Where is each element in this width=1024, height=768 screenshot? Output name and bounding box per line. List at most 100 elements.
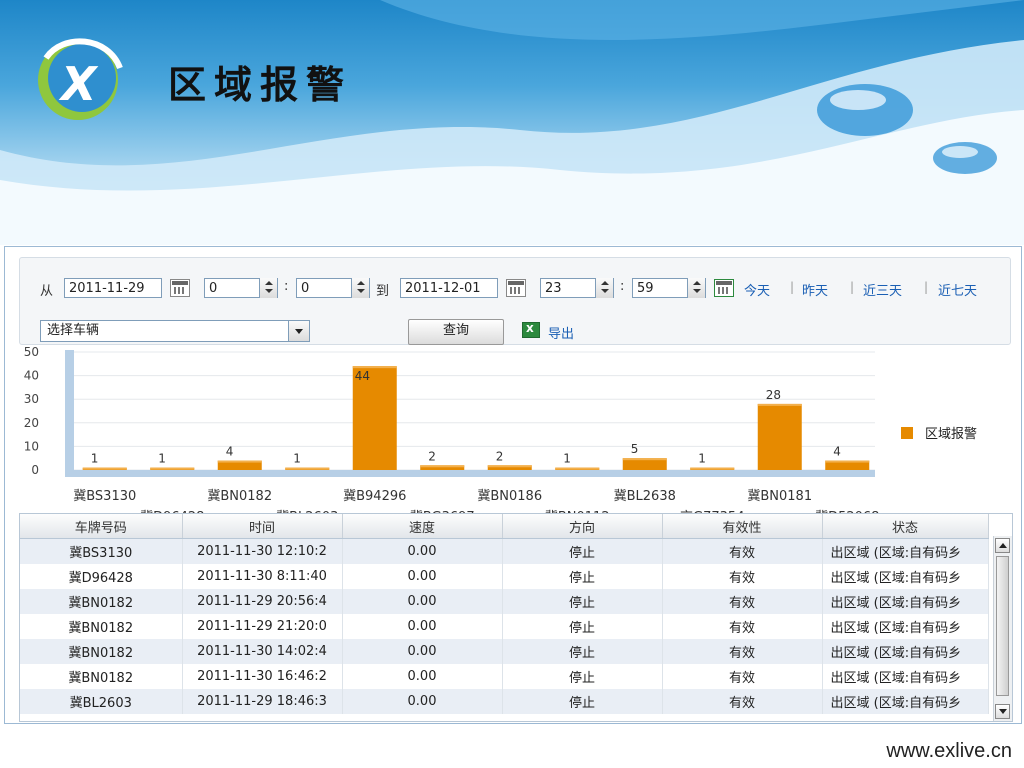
footer-url: www.exlive.cn (886, 740, 1012, 762)
col-validity-header[interactable]: 有效性 (662, 514, 823, 539)
x-tick-label: 冀BS3130 (73, 488, 136, 504)
from-minute-value: 0 (301, 281, 310, 296)
spinner-arrows-icon[interactable] (259, 278, 277, 298)
cell-plate: 冀D96428 (20, 564, 183, 589)
from-hour-spinner[interactable]: 0 (204, 278, 278, 298)
y-tick-label: 0 (31, 463, 39, 477)
col-plate-header[interactable]: 车牌号码 (20, 514, 183, 539)
cell-direction: 停止 (502, 538, 663, 564)
y-axis-wall (65, 350, 74, 470)
link-last-seven-days[interactable]: 近七天 (938, 280, 977, 299)
cell-direction: 停止 (502, 664, 663, 689)
chart-bar-highlight (285, 467, 330, 470)
calendar-today-icon[interactable] (714, 279, 734, 297)
link-today[interactable]: 今天 (744, 280, 770, 299)
scroll-down-icon[interactable] (995, 704, 1010, 719)
colon-label: : (284, 279, 289, 294)
excel-icon[interactable] (522, 321, 540, 338)
chart-bar-highlight (352, 366, 397, 369)
to-hour-value: 23 (545, 281, 562, 296)
table-row[interactable]: 冀BN0182 2011-11-30 16:46:2 0.00 停止 有效 出区域 (区域… (20, 664, 989, 689)
data-label: 1 (293, 452, 301, 466)
cell-speed: 0.00 (342, 589, 503, 614)
separator: | (850, 280, 855, 294)
table-row[interactable]: 冀BN0182 2011-11-30 14:02:4 0.00 停止 有效 出区域 (区域… (20, 639, 989, 664)
from-date-field[interactable]: 2011-11-29 (64, 278, 162, 298)
table-row[interactable]: 冀BL2603 2011-11-29 18:46:3 0.00 停止 有效 出区域 (区域… (20, 689, 989, 714)
y-tick-label: 40 (24, 369, 39, 383)
to-minute-spinner[interactable]: 59 (632, 278, 706, 298)
spinner-arrows-icon[interactable] (687, 278, 705, 298)
x-tick-label: 冀BN0182 (207, 488, 272, 504)
cell-validity: 有效 (662, 564, 823, 589)
colon-label: : (620, 279, 625, 294)
data-label: 2 (496, 449, 504, 463)
cell-direction: 停止 (502, 639, 663, 664)
chart-bar-highlight (82, 467, 127, 470)
legend-label: 区域报警 (925, 426, 977, 442)
alarm-table: 车牌号码 时间 速度 方向 有效性 状态 冀BS3130 2011-11-30 1… (19, 513, 1013, 722)
cell-validity: 有效 (662, 639, 823, 664)
chart-bar-highlight (622, 458, 667, 461)
data-label: 2 (428, 449, 436, 463)
svg-text:X: X (58, 57, 99, 111)
table-row[interactable]: 冀BN0182 2011-11-29 21:20:0 0.00 停止 有效 出区域 (区域… (20, 614, 989, 639)
query-button[interactable]: 查询 (408, 319, 504, 345)
cell-validity: 有效 (662, 614, 823, 639)
from-label: 从 (40, 284, 54, 299)
separator: | (790, 280, 795, 294)
cell-status: 出区域 (区域:自有码乡 (822, 564, 989, 589)
vertical-scrollbar[interactable] (993, 536, 1012, 721)
link-yesterday[interactable]: 昨天 (802, 280, 828, 299)
cell-time: 2011-11-30 14:02:4 (182, 639, 343, 664)
cell-direction: 停止 (502, 614, 663, 639)
calendar-icon[interactable] (170, 279, 190, 297)
data-label: 44 (355, 369, 370, 383)
y-tick-label: 10 (24, 439, 39, 453)
y-tick-label: 20 (24, 416, 39, 430)
cell-status: 出区域 (区域:自有码乡 (822, 614, 989, 639)
link-last-three-days[interactable]: 近三天 (863, 280, 902, 299)
cell-status: 出区域 (区域:自有码乡 (822, 538, 989, 564)
col-speed-header[interactable]: 速度 (342, 514, 503, 539)
cell-direction: 停止 (502, 564, 663, 589)
cell-status: 出区域 (区域:自有码乡 (822, 664, 989, 689)
chart-bar-highlight (757, 403, 802, 406)
page-title: 区域报警 (168, 63, 353, 107)
chart-bar-highlight (150, 467, 195, 470)
wave-decoration (0, 0, 1024, 245)
to-date-field[interactable]: 2011-12-01 (400, 278, 498, 298)
vehicle-select[interactable]: 选择车辆 (40, 320, 310, 342)
data-label: 1 (563, 452, 571, 466)
cell-validity: 有效 (662, 589, 823, 614)
col-direction-header[interactable]: 方向 (502, 514, 663, 539)
x-tick-label: 冀BL2638 (614, 488, 676, 504)
spinner-arrows-icon[interactable] (595, 278, 613, 298)
table-row[interactable]: 冀BS3130 2011-11-30 12:10:2 0.00 停止 有效 出区域 (区域… (20, 538, 989, 564)
chart-bar-highlight (690, 467, 735, 470)
cell-time: 2011-11-29 18:46:3 (182, 689, 343, 714)
vehicle-select-value: 选择车辆 (47, 323, 100, 338)
scroll-up-icon[interactable] (995, 538, 1010, 553)
table-row[interactable]: 冀D96428 2011-11-30 8:11:40 0.00 停止 有效 出区域 (区域… (20, 564, 989, 589)
cell-plate: 冀BN0182 (20, 614, 183, 639)
x-tick-label: 冀BN0181 (747, 488, 812, 504)
col-status-header[interactable]: 状态 (822, 514, 989, 539)
export-link[interactable]: 导出 (548, 323, 574, 342)
chevron-down-icon[interactable] (288, 321, 309, 341)
chart-bar-highlight (217, 460, 262, 463)
chart-bar-highlight (825, 460, 870, 463)
to-label: 到 (376, 284, 390, 299)
col-time-header[interactable]: 时间 (182, 514, 343, 539)
cell-speed: 0.00 (342, 564, 503, 589)
data-label: 28 (766, 388, 781, 402)
report-panel: 从 2011-11-29 0 : 0 到 2011-12-01 23 : 59 … (4, 246, 1022, 724)
scroll-thumb[interactable] (996, 556, 1009, 696)
table-row[interactable]: 冀BN0182 2011-11-29 20:56:4 0.00 停止 有效 出区域 (区域… (20, 589, 989, 614)
from-minute-spinner[interactable]: 0 (296, 278, 370, 298)
spinner-arrows-icon[interactable] (351, 278, 369, 298)
data-label: 1 (698, 452, 706, 466)
to-hour-spinner[interactable]: 23 (540, 278, 614, 298)
cell-direction: 停止 (502, 589, 663, 614)
calendar-icon[interactable] (506, 279, 526, 297)
